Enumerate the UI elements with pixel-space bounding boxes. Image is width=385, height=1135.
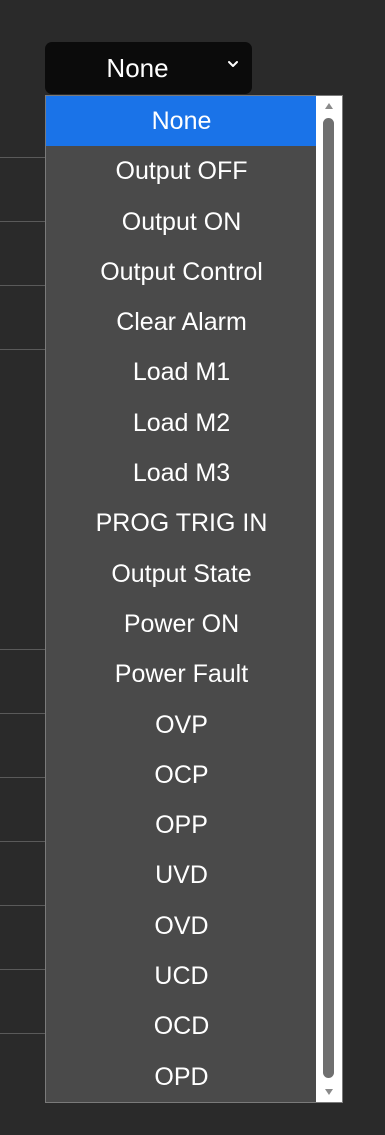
dropdown-option[interactable]: Output OFF [46, 146, 317, 196]
chevron-down-icon [228, 61, 238, 67]
dropdown-option[interactable]: Load M1 [46, 347, 317, 397]
dropdown-option[interactable]: Output ON [46, 197, 317, 247]
dropdown-option[interactable]: UCD [46, 951, 317, 1001]
dropdown-option[interactable]: Power ON [46, 599, 317, 649]
dropdown-option[interactable]: None [46, 96, 317, 147]
table-row-divider [0, 649, 46, 650]
dropdown-option[interactable]: OPD [46, 1052, 317, 1102]
table-row-divider [0, 969, 46, 970]
dropdown-option[interactable]: Clear Alarm [46, 297, 317, 347]
table-row-divider [0, 285, 46, 286]
table-row-divider [0, 349, 46, 350]
dropdown-option[interactable]: UVD [46, 850, 317, 900]
table-row-divider [0, 221, 46, 222]
page: None None Output OFF Output ON Output Contr… [0, 0, 385, 1135]
dropdown-option[interactable]: OCD [46, 1001, 317, 1051]
dropdown-option[interactable]: OVD [46, 901, 317, 951]
dropdown-list[interactable]: None Output OFF Output ON Output Control Cle… [45, 95, 343, 1103]
dropdown-option[interactable]: OVP [46, 700, 317, 750]
scroll-down-arrow-icon[interactable] [324, 1087, 334, 1097]
dropdown-option[interactable]: Load M2 [46, 398, 317, 448]
function-select[interactable]: None [45, 42, 252, 94]
dropdown-option[interactable]: Power Fault [46, 649, 317, 699]
option-list: None Output OFF Output ON Output Control Cle… [46, 96, 317, 1102]
select-value: None [106, 52, 169, 83]
table-row-divider [0, 157, 46, 158]
scrollbar[interactable] [316, 96, 342, 1102]
dropdown-option[interactable]: Load M3 [46, 448, 317, 498]
dropdown-option[interactable]: OCP [46, 750, 317, 800]
table-row-divider [0, 841, 46, 842]
scrollbar-thumb[interactable] [323, 118, 334, 1078]
table-row-divider [0, 777, 46, 778]
dropdown-option[interactable]: OPP [46, 800, 317, 850]
table-row-divider [0, 1033, 46, 1034]
scroll-up-arrow-icon[interactable] [324, 101, 334, 111]
dropdown-option[interactable]: Output Control [46, 247, 317, 297]
table-row-divider [0, 905, 46, 906]
dropdown-option[interactable]: Output State [46, 549, 317, 599]
dropdown-option[interactable]: PROG TRIG IN [46, 498, 317, 548]
table-row-divider [0, 713, 46, 714]
